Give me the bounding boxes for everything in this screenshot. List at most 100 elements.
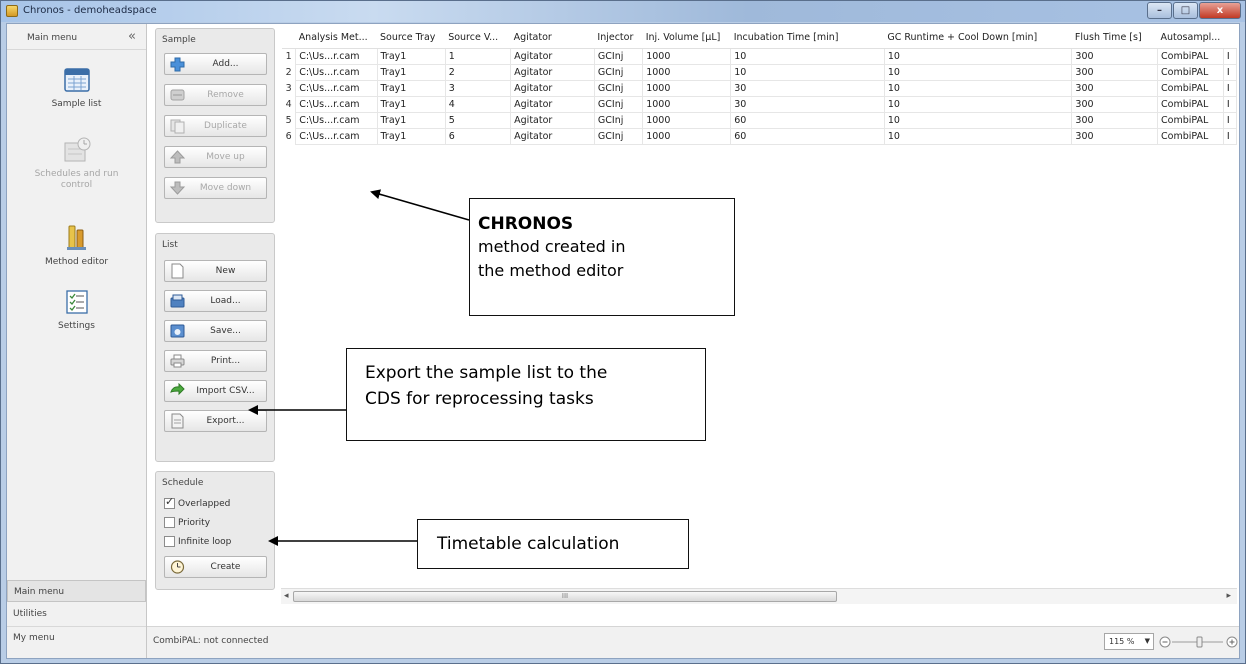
table-cell[interactable]: 300	[1071, 47, 1158, 65]
scroll-right-icon[interactable]: ▸	[1226, 591, 1231, 601]
table-cell[interactable]: 5	[444, 111, 512, 129]
column-header[interactable]: Autosampl...	[1157, 28, 1224, 49]
table-cell[interactable]: CombiPAL	[1157, 127, 1224, 145]
create-schedule-button[interactable]: Create	[164, 556, 267, 578]
table-cell[interactable]: GCInj	[593, 111, 644, 129]
infinite-loop-checkbox[interactable]: Infinite loop	[164, 536, 231, 547]
table-cell[interactable]: 6	[444, 127, 512, 145]
table-cell[interactable]: CombiPAL	[1157, 47, 1224, 65]
table-cell[interactable]: 300	[1071, 127, 1158, 145]
nav-item-method-editor[interactable]: Method editor	[7, 224, 146, 267]
table-cell[interactable]: 30	[730, 95, 885, 113]
table-cell[interactable]: 1000	[642, 127, 732, 145]
table-cell[interactable]: 10	[883, 63, 1073, 81]
table-cell[interactable]: Tray1	[376, 47, 446, 65]
table-cell[interactable]: 10	[883, 95, 1073, 113]
table-cell[interactable]: 2	[444, 63, 512, 81]
table-cell[interactable]: 30	[730, 79, 885, 97]
overlapped-checkbox[interactable]: Overlapped	[164, 495, 230, 509]
table-cell[interactable]: 1000	[642, 47, 732, 65]
priority-checkbox[interactable]: Priority	[164, 517, 210, 528]
scroll-left-icon[interactable]: ◂	[284, 591, 289, 601]
table-cell[interactable]: 300	[1071, 111, 1158, 129]
table-row[interactable]: 2 C:\Us...r.cam Tray1 2 Agitator GCInj 1000 10 1…	[282, 63, 1238, 81]
move-up-button[interactable]: Move up	[164, 146, 267, 168]
table-cell[interactable]: 10	[883, 47, 1073, 65]
column-header[interactable]: Source Tray	[377, 28, 446, 49]
minimize-button[interactable]: –	[1147, 2, 1172, 19]
column-header[interactable]: Inj. Volume [µL]	[642, 28, 731, 49]
table-row[interactable]: 1 C:\Us...r.cam Tray1 1 Agitator GCInj 1000 10 1…	[282, 47, 1238, 65]
table-cell[interactable]: 300	[1071, 79, 1158, 97]
table-cell[interactable]: I	[1222, 47, 1238, 65]
table-cell[interactable]: 1000	[642, 111, 732, 129]
table-cell[interactable]: Tray1	[376, 127, 446, 145]
export-list-button[interactable]: Export...	[164, 410, 267, 432]
table-cell[interactable]: 1	[444, 47, 512, 65]
nav-item-settings[interactable]: Settings	[7, 288, 146, 331]
table-cell[interactable]: 60	[730, 111, 885, 129]
table-cell[interactable]: CombiPAL	[1157, 79, 1224, 97]
table-cell[interactable]: I	[1222, 95, 1238, 113]
nav-my-menu[interactable]: My menu	[7, 626, 146, 648]
table-cell[interactable]: Agitator	[510, 47, 595, 65]
table-cell[interactable]: I	[1222, 79, 1238, 97]
column-header[interactable]: Flush Time [s]	[1071, 28, 1158, 49]
new-list-button[interactable]: New	[164, 260, 267, 282]
table-row[interactable]: 4 C:\Us...r.cam Tray1 4 Agitator GCInj 1000 30 1…	[282, 95, 1238, 113]
table-cell[interactable]: Agitator	[510, 127, 595, 145]
column-header[interactable]: GC Runtime + Cool Down [min]	[884, 28, 1072, 49]
table-cell[interactable]: GCInj	[593, 63, 644, 81]
nav-utilities[interactable]: Utilities	[7, 603, 146, 625]
nav-main-menu[interactable]: Main menu	[7, 580, 146, 602]
column-header[interactable]	[1223, 28, 1237, 49]
column-header[interactable]: Source V...	[445, 28, 511, 49]
close-button[interactable]: x	[1199, 2, 1241, 19]
print-list-button[interactable]: Print...	[164, 350, 267, 372]
move-down-button[interactable]: Move down	[164, 177, 267, 199]
table-cell[interactable]: I	[1222, 111, 1238, 129]
scroll-thumb[interactable]: III	[293, 591, 837, 602]
nav-item-sample-list[interactable]: Sample list	[7, 66, 146, 109]
table-cell[interactable]: GCInj	[593, 127, 644, 145]
table-cell[interactable]: C:\Us...r.cam	[295, 79, 378, 97]
table-cell[interactable]: 4	[444, 95, 512, 113]
table-cell[interactable]: GCInj	[593, 79, 644, 97]
table-cell[interactable]: C:\Us...r.cam	[295, 95, 378, 113]
import-csv-button[interactable]: Import CSV...	[164, 380, 267, 402]
table-cell[interactable]: Tray1	[376, 63, 446, 81]
table-cell[interactable]: GCInj	[593, 47, 644, 65]
table-cell[interactable]: CombiPAL	[1157, 63, 1224, 81]
table-cell[interactable]: 1000	[642, 79, 732, 97]
duplicate-sample-button[interactable]: Duplicate	[164, 115, 267, 137]
maximize-button[interactable]: □	[1173, 2, 1198, 19]
table-cell[interactable]: C:\Us...r.cam	[295, 47, 378, 65]
load-list-button[interactable]: Load...	[164, 290, 267, 312]
column-header[interactable]: Incubation Time [min]	[730, 28, 885, 49]
table-cell[interactable]: I	[1222, 127, 1238, 145]
table-cell[interactable]: Tray1	[376, 111, 446, 129]
table-cell[interactable]: 1000	[642, 63, 732, 81]
table-cell[interactable]: 3	[444, 79, 512, 97]
save-list-button[interactable]: Save...	[164, 320, 267, 342]
table-cell[interactable]: 300	[1071, 95, 1158, 113]
table-cell[interactable]: 10	[883, 79, 1073, 97]
table-cell[interactable]: 60	[730, 127, 885, 145]
table-cell[interactable]: C:\Us...r.cam	[295, 127, 378, 145]
column-header[interactable]: Analysis Met...	[295, 28, 377, 49]
table-cell[interactable]: Tray1	[376, 79, 446, 97]
table-cell[interactable]: 10	[730, 63, 885, 81]
zoom-select[interactable]: 115 % ▼	[1104, 633, 1154, 650]
column-header[interactable]: Injector	[594, 28, 643, 49]
zoom-slider[interactable]	[1159, 635, 1239, 649]
title-bar[interactable]: Chronos - demoheadspace – □ x	[1, 1, 1245, 22]
collapse-menu-icon[interactable]: «	[128, 29, 136, 44]
table-cell[interactable]: 10	[883, 111, 1073, 129]
nav-item-schedules[interactable]: Schedules and run control	[7, 136, 146, 191]
table-cell[interactable]: C:\Us...r.cam	[295, 63, 378, 81]
table-cell[interactable]: GCInj	[593, 95, 644, 113]
table-cell[interactable]: Agitator	[510, 63, 595, 81]
table-cell[interactable]: 10	[883, 127, 1073, 145]
table-cell[interactable]: Agitator	[510, 95, 595, 113]
table-cell[interactable]: CombiPAL	[1157, 95, 1224, 113]
